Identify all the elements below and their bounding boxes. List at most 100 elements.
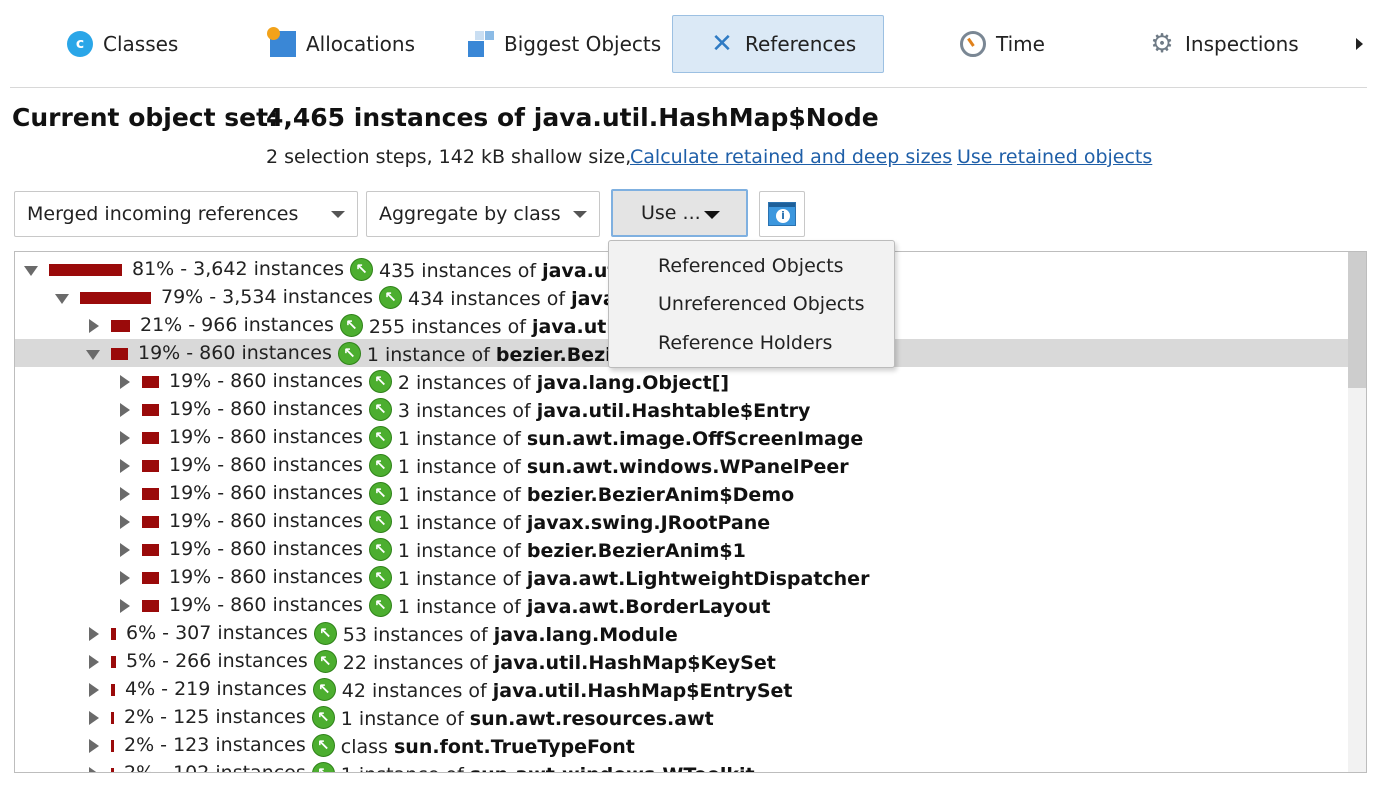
tree-row[interactable]: 6% - 307 instances ↖ 53 instances of java.… [15,619,1348,647]
instance-percentage-bar [111,712,114,724]
collapse-arrow-icon[interactable] [86,350,100,360]
instance-percentage-bar [142,600,159,612]
vertical-scrollbar[interactable] [1348,252,1366,772]
time-icon [960,31,986,57]
tree-row[interactable]: 19% - 860 instances ↖ 1 instance of sun.aw… [15,423,1348,451]
class-name: sun.awt.image.OffScreenImage [526,428,864,450]
instance-percentage-bar [142,404,159,416]
tab-overflow-arrow-icon[interactable] [1356,38,1363,50]
tab-biggest-objects[interactable]: Biggest Objects [468,15,661,73]
menu-item-reference-holders[interactable]: Reference Holders [658,332,832,354]
reference-description: 1 instance of sun.awt.windows.WPanelPeer [398,456,849,478]
reference-description: 435 instances of java.util [379,260,630,282]
instance-percentage-bar [49,264,122,276]
expand-arrow-icon[interactable] [89,739,99,753]
use-button[interactable]: Use ... [611,189,748,237]
tree-row[interactable]: 2% - 123 instances ↖ class sun.font.TrueT… [15,731,1348,759]
expand-arrow-icon[interactable] [120,403,130,417]
tab-references[interactable]: ✕ References [672,15,884,73]
instance-prefix: 1 instance of [340,708,470,730]
incoming-reference-icon: ↖ [350,258,373,281]
aggregation-select-value: Aggregate by class [379,203,561,225]
instance-prefix: 42 instances of [341,680,493,702]
tree-row[interactable]: 19% - 860 instances ↖ 3 instances of java.… [15,395,1348,423]
expand-arrow-icon[interactable] [120,543,130,557]
class-name: java.awt.BorderLayout [526,596,771,618]
instance-prefix: class [340,736,394,758]
tab-classes[interactable]: c Classes [67,15,178,73]
incoming-reference-icon: ↖ [368,510,392,533]
tree-row[interactable]: 2% - 125 instances ↖ 1 instance of sun.awt… [15,703,1348,731]
expand-arrow-icon[interactable] [89,627,99,641]
instance-prefix: 22 instances of [342,652,494,674]
instance-count-label: 19% - 860 instances [169,510,363,532]
expand-arrow-icon[interactable] [89,683,99,697]
class-name: sun.awt.windows.WToolkit [470,764,755,772]
instance-percentage-bar [111,320,130,332]
incoming-reference-icon: ↖ [368,594,392,617]
tree-row[interactable]: 19% - 860 instances ↖ 1 instance of java.a… [15,563,1348,591]
expand-arrow-icon[interactable] [120,515,130,529]
instance-percentage-bar [111,628,116,640]
expand-arrow-icon[interactable] [120,487,130,501]
tree-row[interactable]: 19% - 860 instances ↖ 1 instance of bezier… [15,479,1348,507]
expand-arrow-icon[interactable] [89,655,99,669]
scrollbar-thumb[interactable] [1348,252,1366,388]
incoming-reference-icon: ↖ [368,454,392,477]
instance-prefix: 435 instances of [379,260,543,282]
tree-row[interactable]: 2% - 102 instances ↖ 1 instance of sun.awt… [15,759,1348,772]
tab-allocations[interactable]: Allocations [267,15,415,73]
collapse-arrow-icon[interactable] [55,294,69,304]
info-window-icon: i [768,202,796,226]
current-object-set-label: Current object set: [12,103,279,132]
reference-description: 1 instance of sun.awt.resources.awt [341,708,714,730]
show-info-button[interactable]: i [759,191,805,237]
expand-arrow-icon[interactable] [89,767,99,772]
instance-count-label: 4% - 219 instances [125,678,307,700]
incoming-reference-icon: ↖ [368,398,392,421]
menu-item-unreferenced-objects[interactable]: Unreferenced Objects [658,293,865,315]
instance-percentage-bar [111,768,114,772]
reference-description: 1 instance of sun.awt.windows.WToolkit [341,764,755,772]
reference-description: class sun.font.TrueTypeFont [341,736,635,758]
reference-description: 255 instances of java.util. [369,316,627,338]
reference-description: 434 instances of java.u [408,288,636,310]
expand-arrow-icon[interactable] [120,459,130,473]
expand-arrow-icon[interactable] [120,571,130,585]
tree-row[interactable]: 19% - 860 instances ↖ 1 instance of sun.aw… [15,451,1348,479]
collapse-arrow-icon[interactable] [24,266,38,276]
calculate-retained-sizes-link[interactable]: Calculate retained and deep sizes [630,146,952,168]
tab-time[interactable]: Time [960,15,1045,73]
reference-description: 22 instances of java.util.HashMap$KeySet [343,652,776,674]
allocations-icon [267,27,296,57]
tree-row[interactable]: 5% - 266 instances ↖ 22 instances of java.… [15,647,1348,675]
instance-percentage-bar [111,348,128,360]
expand-arrow-icon[interactable] [120,599,130,613]
reference-view-select[interactable]: Merged incoming references [14,191,358,237]
tab-inspections[interactable]: ⚙ Inspections [1149,15,1298,73]
expand-arrow-icon[interactable] [120,431,130,445]
expand-arrow-icon[interactable] [89,319,99,333]
class-name: java.util.HashMap$EntrySet [492,680,793,702]
tree-row[interactable]: 19% - 860 instances ↖ 1 instance of javax.… [15,507,1348,535]
tree-row[interactable]: 4% - 219 instances ↖ 42 instances of java.… [15,675,1348,703]
reference-description: 1 instance of java.awt.BorderLayout [398,596,771,618]
menu-item-referenced-objects[interactable]: Referenced Objects [658,255,844,277]
tree-row[interactable]: 19% - 860 instances ↖ 2 instances of java.… [15,367,1348,395]
incoming-reference-icon: ↖ [368,538,392,561]
instance-percentage-bar [142,460,159,472]
instance-prefix: 1 instance of [366,344,496,366]
tree-row[interactable]: 19% - 860 instances ↖ 1 instance of java.a… [15,591,1348,619]
incoming-reference-icon: ↖ [368,426,392,449]
use-retained-objects-link[interactable]: Use retained objects [957,146,1152,168]
aggregation-select[interactable]: Aggregate by class [366,191,600,237]
instance-percentage-bar [142,432,159,444]
references-icon: ✕ [711,29,733,59]
tree-row[interactable]: 19% - 860 instances ↖ 1 instance of bezier… [15,535,1348,563]
class-name: bezier.BezierAnim$1 [526,540,746,562]
expand-arrow-icon[interactable] [120,375,130,389]
use-popup-menu: Referenced Objects Unreferenced Objects … [608,240,895,368]
instance-count-label: 19% - 860 instances [138,342,332,364]
expand-arrow-icon[interactable] [89,711,99,725]
incoming-reference-icon: ↖ [368,370,392,393]
